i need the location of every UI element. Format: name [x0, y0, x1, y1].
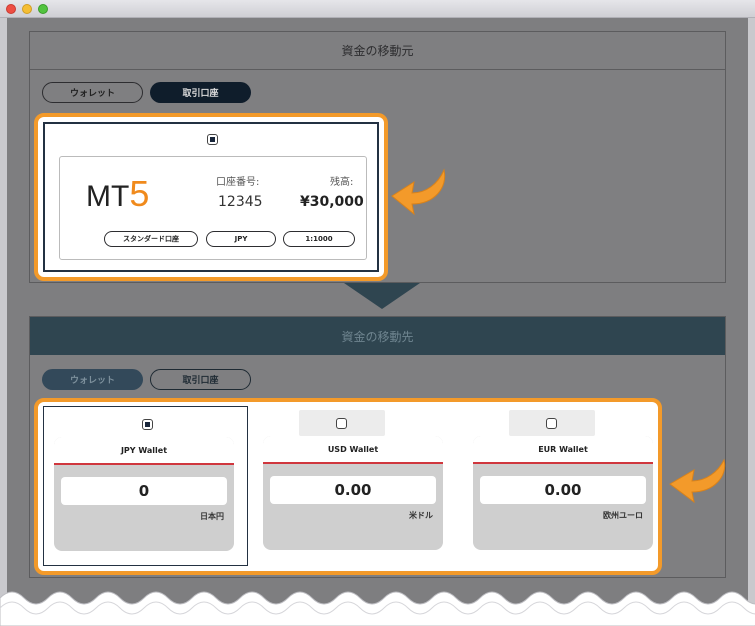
- eur-wallet-title: EUR Wallet: [473, 436, 653, 464]
- jpy-wallet-title: JPY Wallet: [54, 437, 234, 465]
- wallet-option-eur[interactable]: EUR Wallet 0.00 欧州ユーロ: [463, 406, 668, 566]
- usd-wallet-currency: 米ドル: [409, 511, 433, 520]
- currency-tag: JPY: [206, 231, 276, 247]
- torn-edge-decoration: [0, 591, 755, 626]
- source-panel-title: 資金の移動元: [30, 32, 725, 70]
- transfer-direction-arrow: [344, 283, 420, 309]
- wallet-option-jpy[interactable]: JPY Wallet 0 日本円: [43, 406, 248, 566]
- jpy-wallet-card: JPY Wallet 0 日本円: [54, 437, 234, 551]
- eur-wallet-currency: 欧州ユーロ: [603, 511, 643, 520]
- jpy-wallet-currency: 日本円: [200, 512, 224, 521]
- wallet-option-usd[interactable]: USD Wallet 0.00 米ドル: [253, 406, 458, 566]
- mt5-logo: MT5: [86, 173, 149, 215]
- mt5-account-card: MT5 口座番号: 残高: 12345 ¥30,000 スタンダード口座 JPY…: [59, 156, 367, 260]
- destination-tab-wallet[interactable]: ウォレット: [42, 369, 143, 390]
- jpy-wallet-amount: 0: [61, 477, 227, 505]
- usd-wallet-amount: 0.00: [270, 476, 436, 504]
- close-window-button[interactable]: [6, 4, 16, 14]
- destination-tab-trading-account[interactable]: 取引口座: [150, 369, 251, 390]
- window-titlebar: [0, 0, 755, 18]
- balance-value: ¥30,000: [300, 194, 364, 210]
- balance-label: 残高:: [330, 177, 354, 188]
- destination-panel-title: 資金の移動先: [30, 317, 725, 355]
- maximize-window-button[interactable]: [38, 4, 48, 14]
- account-type-tag: スタンダード口座: [104, 231, 198, 247]
- source-tab-wallet[interactable]: ウォレット: [42, 82, 143, 103]
- account-number-value: 12345: [218, 194, 263, 210]
- account-select-checkbox[interactable]: [207, 134, 218, 145]
- source-account-highlight: MT5 口座番号: 残高: 12345 ¥30,000 スタンダード口座 JPY…: [34, 113, 388, 281]
- mt-logo-text: MT: [86, 180, 130, 213]
- usd-wallet-checkbox[interactable]: [336, 418, 347, 429]
- page-content: 資金の移動元 ウォレット 取引口座 資金の移動先 ウォレット 取引口座 MT5 …: [7, 18, 748, 626]
- source-account-option[interactable]: MT5 口座番号: 残高: 12345 ¥30,000 スタンダード口座 JPY…: [43, 122, 379, 272]
- mt-logo-number: 5: [129, 173, 150, 214]
- eur-wallet-amount: 0.00: [480, 476, 646, 504]
- usd-wallet-title: USD Wallet: [263, 436, 443, 464]
- eur-wallet-card: EUR Wallet 0.00 欧州ユーロ: [473, 436, 653, 550]
- leverage-tag: 1:1000: [283, 231, 355, 247]
- window-frame: 資金の移動元 ウォレット 取引口座 資金の移動先 ウォレット 取引口座 MT5 …: [0, 18, 755, 626]
- pointer-arrow-icon: [391, 168, 446, 216]
- pointer-arrow-icon-2: [669, 458, 726, 504]
- usd-wallet-card: USD Wallet 0.00 米ドル: [263, 436, 443, 550]
- minimize-window-button[interactable]: [22, 4, 32, 14]
- jpy-wallet-checkbox[interactable]: [142, 419, 153, 430]
- account-number-label: 口座番号:: [216, 177, 260, 188]
- destination-wallets-highlight: JPY Wallet 0 日本円 USD Wallet 0.00 米ドル EUR: [34, 398, 662, 575]
- eur-wallet-checkbox[interactable]: [546, 418, 557, 429]
- source-tab-trading-account[interactable]: 取引口座: [150, 82, 251, 103]
